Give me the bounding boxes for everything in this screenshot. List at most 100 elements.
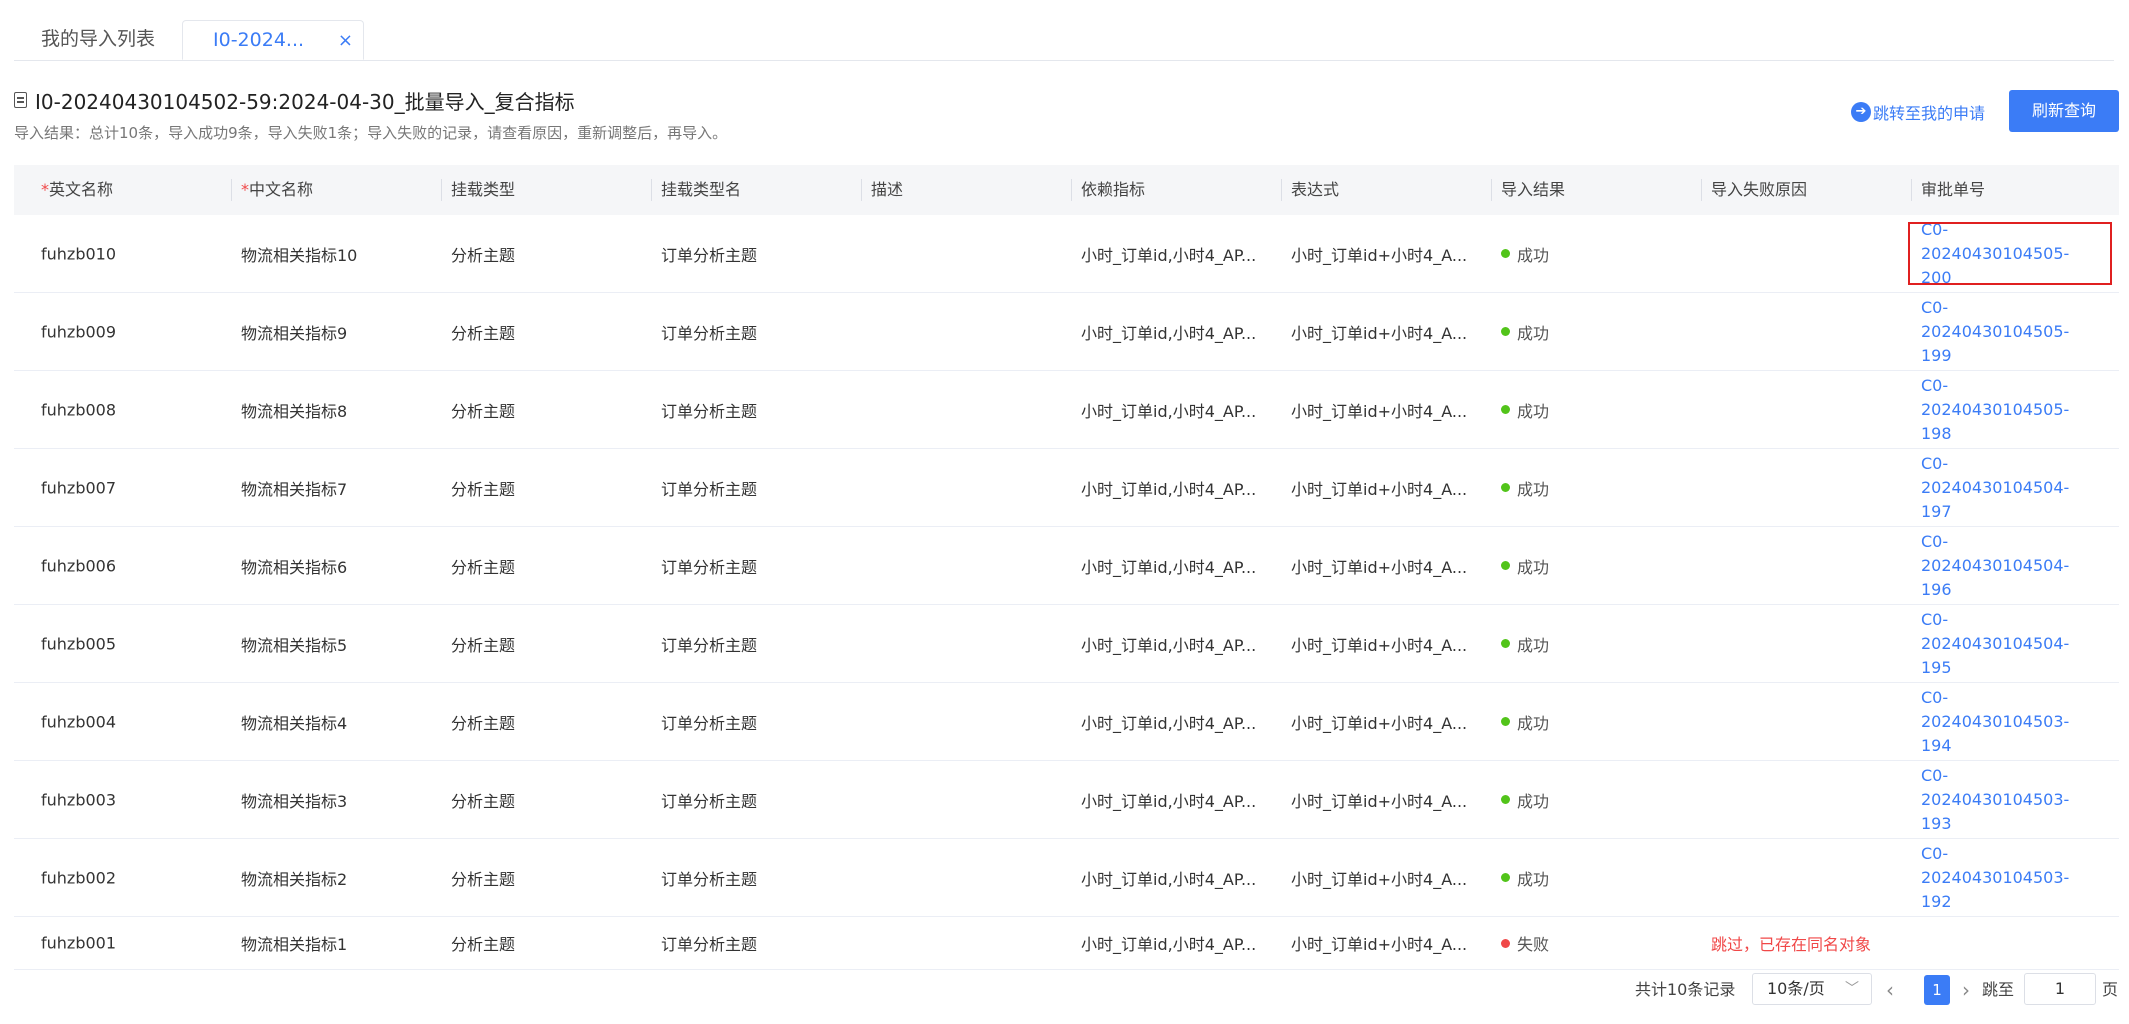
status-text: 成功 xyxy=(1517,791,1550,811)
status-dot-icon xyxy=(1501,717,1510,726)
cell-cn-name: 物流相关指标5 xyxy=(241,635,348,655)
cell-cn-name: 物流相关指标9 xyxy=(241,323,348,343)
status-dot-icon xyxy=(1501,327,1510,336)
cell-en-name: fuhzb005 xyxy=(41,634,117,653)
cell-mount-type-name: 订单分析主题 xyxy=(661,401,758,421)
cell-mount-type: 分析主题 xyxy=(451,713,516,733)
cell-cn-name: 物流相关指标4 xyxy=(241,713,348,733)
cell-en-name: fuhzb002 xyxy=(41,868,117,887)
col-header-cn-name: *中文名称 xyxy=(241,180,314,199)
col-header-dependency: 依赖指标 xyxy=(1081,180,1146,199)
chevron-down-icon: ﹀ xyxy=(1845,981,1859,997)
table-row: fuhzb004 物流相关指标4 分析主题 订单分析主题 小时_订单id,小时4_AP.… xyxy=(14,683,2119,761)
cell-dependency: 小时_订单id,小时4_AP... xyxy=(1081,323,1257,343)
col-header-fail-reason: 导入失败原因 xyxy=(1711,180,1808,199)
col-header-result: 导入结果 xyxy=(1501,180,1566,199)
cell-expression: 小时_订单id+小时4_A... xyxy=(1291,635,1468,655)
page-title: I0-20240430104502-59:2024-04-30_批量导入_复合指… xyxy=(35,89,575,114)
cell-result: 成功 xyxy=(1501,476,1549,500)
cell-expression: 小时_订单id+小时4_A... xyxy=(1291,935,1468,954)
col-header-mount-type: 挂载类型 xyxy=(451,180,516,199)
status-text: 成功 xyxy=(1517,557,1550,577)
cell-approval-no[interactable]: C0-20240430104505-198 xyxy=(1921,374,2096,446)
cell-mount-type: 分析主题 xyxy=(451,245,516,265)
jump-prefix-label: 跳至 xyxy=(1982,980,2015,999)
cell-en-name: fuhzb008 xyxy=(41,400,117,419)
cell-approval-no[interactable]: C0-20240430104504-197 xyxy=(1921,452,2096,524)
chevron-left-icon[interactable]: ‹ xyxy=(1886,973,1894,1007)
table-header: *英文名称 *中文名称 挂载类型 挂载类型名 描述 依赖指标 表达式 导入结果 … xyxy=(14,165,2119,215)
cell-result: 成功 xyxy=(1501,320,1549,344)
status-text: 成功 xyxy=(1517,245,1550,265)
page-size-select[interactable]: 10条/页 ﹀ xyxy=(1752,973,1872,1005)
cell-result: 失败 xyxy=(1501,931,1549,955)
cell-mount-type: 分析主题 xyxy=(451,401,516,421)
cell-expression: 小时_订单id+小时4_A... xyxy=(1291,869,1468,889)
cell-en-name: fuhzb009 xyxy=(41,322,117,341)
table-row: fuhzb005 物流相关指标5 分析主题 订单分析主题 小时_订单id,小时4_AP.… xyxy=(14,605,2119,683)
cell-approval-no[interactable]: C0-20240430104503-193 xyxy=(1921,764,2096,836)
cell-dependency: 小时_订单id,小时4_AP... xyxy=(1081,635,1257,655)
cell-mount-type-name: 订单分析主题 xyxy=(661,245,758,265)
cell-en-name: fuhzb004 xyxy=(41,712,117,731)
col-header-mount-type-name: 挂载类型名 xyxy=(661,180,742,199)
table-row: fuhzb008 物流相关指标8 分析主题 订单分析主题 小时_订单id,小时4_AP.… xyxy=(14,371,2119,449)
cell-approval-no[interactable]: C0-20240430104504-196 xyxy=(1921,530,2096,602)
cell-mount-type: 分析主题 xyxy=(451,479,516,499)
table-row: fuhzb007 物流相关指标7 分析主题 订单分析主题 小时_订单id,小时4_AP.… xyxy=(14,449,2119,527)
col-header-approval-no: 审批单号 xyxy=(1921,180,1986,199)
table-body: fuhzb010 物流相关指标10 分析主题 订单分析主题 小时_订单id,小时4_AP… xyxy=(14,215,2119,970)
cell-expression: 小时_订单id+小时4_A... xyxy=(1291,401,1468,421)
jump-page-input[interactable]: 1 xyxy=(2024,973,2096,1005)
status-dot-icon xyxy=(1501,639,1510,648)
import-detail-page: 我的导入列表 I0-2024... × I0-20240430104502-59… xyxy=(0,0,2129,1024)
tab-bar: 我的导入列表 I0-2024... × xyxy=(14,20,2114,61)
cell-cn-name: 物流相关指标6 xyxy=(241,557,348,577)
status-dot-icon xyxy=(1501,561,1510,570)
cell-result: 成功 xyxy=(1501,788,1549,812)
cell-mount-type: 分析主题 xyxy=(451,935,516,954)
cell-approval-no[interactable]: C0-20240430104505-199 xyxy=(1921,296,2096,368)
cell-expression: 小时_订单id+小时4_A... xyxy=(1291,245,1468,265)
highlight-box xyxy=(1908,222,2112,285)
cell-result: 成功 xyxy=(1501,554,1549,578)
cell-mount-type: 分析主题 xyxy=(451,791,516,811)
col-header-en-name: *英文名称 xyxy=(41,180,114,199)
cell-en-name: fuhzb003 xyxy=(41,790,117,809)
close-icon[interactable]: × xyxy=(338,21,353,60)
tab-my-imports[interactable]: 我的导入列表 xyxy=(41,20,155,59)
cell-result: 成功 xyxy=(1501,866,1549,890)
refresh-button[interactable]: 刷新查询 xyxy=(2009,90,2119,132)
cell-dependency: 小时_订单id,小时4_AP... xyxy=(1081,713,1257,733)
jump-link-label: 跳转至我的申请 xyxy=(1873,104,1986,123)
cell-mount-type-name: 订单分析主题 xyxy=(661,713,758,733)
cell-dependency: 小时_订单id,小时4_AP... xyxy=(1081,557,1257,577)
cell-expression: 小时_订单id+小时4_A... xyxy=(1291,479,1468,499)
pagination-page-1[interactable]: 1 xyxy=(1924,975,1950,1005)
cell-dependency: 小时_订单id,小时4_AP... xyxy=(1081,935,1257,954)
status-dot-icon xyxy=(1501,873,1510,882)
status-text: 成功 xyxy=(1517,479,1550,499)
cell-cn-name: 物流相关指标8 xyxy=(241,401,348,421)
cell-fail-reason: 跳过，已存在同名对象 xyxy=(1711,935,1872,954)
cell-result: 成功 xyxy=(1501,398,1549,422)
jump-to-my-applications-link[interactable]: ➔ 跳转至我的申请 xyxy=(1851,100,1985,124)
cell-cn-name: 物流相关指标10 xyxy=(241,245,358,265)
import-summary: 导入结果：总计10条，导入成功9条，导入失败1条；导入失败的记录，请查看原因，重… xyxy=(14,124,728,142)
cell-result: 成功 xyxy=(1501,242,1549,266)
chevron-right-icon[interactable]: › xyxy=(1962,973,1970,1007)
cell-expression: 小时_订单id+小时4_A... xyxy=(1291,791,1468,811)
table-row: fuhzb002 物流相关指标2 分析主题 订单分析主题 小时_订单id,小时4_AP.… xyxy=(14,839,2119,917)
tab-import-detail[interactable]: I0-2024... × xyxy=(182,20,364,60)
cell-mount-type-name: 订单分析主题 xyxy=(661,935,758,954)
table-row: fuhzb009 物流相关指标9 分析主题 订单分析主题 小时_订单id,小时4_AP.… xyxy=(14,293,2119,371)
table-row: fuhzb001 物流相关指标1 分析主题 订单分析主题 小时_订单id,小时4_AP.… xyxy=(14,917,2119,970)
cell-approval-no[interactable]: C0-20240430104503-194 xyxy=(1921,686,2096,758)
cell-dependency: 小时_订单id,小时4_AP... xyxy=(1081,791,1257,811)
cell-en-name: fuhzb001 xyxy=(41,933,117,953)
status-dot-icon xyxy=(1501,483,1510,492)
cell-approval-no[interactable]: C0-20240430104504-195 xyxy=(1921,608,2096,680)
cell-approval-no[interactable]: C0-20240430104503-192 xyxy=(1921,842,2096,914)
pagination-total: 共计10条记录 xyxy=(1635,980,1736,999)
cell-dependency: 小时_订单id,小时4_AP... xyxy=(1081,479,1257,499)
